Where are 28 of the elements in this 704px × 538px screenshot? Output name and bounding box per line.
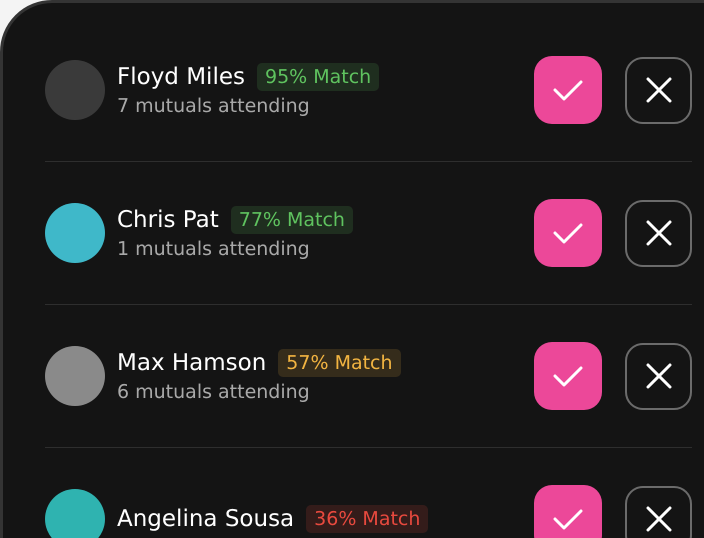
close-icon (646, 220, 672, 246)
close-icon (646, 506, 672, 532)
person-name: Angelina Sousa (117, 506, 294, 532)
accept-button[interactable] (534, 199, 602, 267)
match-percentage: 95% Match (264, 66, 372, 88)
close-button[interactable] (625, 486, 692, 538)
avatar (45, 489, 105, 538)
close-icon (646, 363, 672, 389)
close-button[interactable] (625, 342, 692, 410)
person-name: Chris Pat (117, 207, 219, 233)
match-percentage: 77% Match (238, 209, 345, 231)
accept-button[interactable] (534, 485, 602, 538)
accept-button[interactable] (534, 56, 602, 124)
match-percentage: 57% Match (286, 352, 393, 374)
mutuals-text: 7 mutuals attending (117, 95, 311, 117)
check-icon (553, 79, 583, 101)
close-button[interactable] (625, 56, 692, 124)
mutuals-text: 6 mutuals attending (117, 381, 311, 403)
accept-button[interactable] (534, 342, 602, 410)
check-icon (553, 508, 583, 530)
mutuals-text: 1 mutuals attending (117, 238, 311, 260)
person-name: Floyd Miles (117, 64, 245, 90)
close-button[interactable] (625, 200, 692, 266)
check-icon (553, 365, 583, 387)
person-name: Max Hamson (117, 350, 266, 376)
check-icon (553, 222, 583, 244)
close-icon (646, 77, 672, 103)
match-percentage: 36% Match (314, 508, 420, 530)
